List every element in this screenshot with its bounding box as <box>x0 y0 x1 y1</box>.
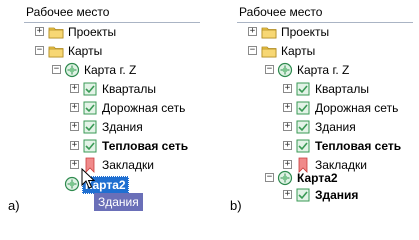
layer-icon <box>295 81 311 97</box>
figure-caption: b) <box>230 198 242 213</box>
expand-icon[interactable]: + <box>283 122 292 131</box>
folder-icon <box>261 24 277 40</box>
expand-icon[interactable]: + <box>35 27 44 36</box>
tree-node-label: Кварталы <box>102 82 156 96</box>
tree-node-label: Здания <box>102 120 143 134</box>
tree-node-label: Карта г. Z <box>84 63 137 77</box>
layer-icon <box>295 119 311 135</box>
panel-header: Рабочее место <box>24 4 200 23</box>
tree-node-layer[interactable]: + Дорожная сеть <box>24 98 200 118</box>
tree-node-layer[interactable]: + Тепловая сеть <box>237 136 413 156</box>
tree-node-map2[interactable]: Карта2 <box>24 174 200 194</box>
map-icon <box>64 176 80 192</box>
layer-icon <box>295 187 311 203</box>
tree-node-label: Тепловая сеть <box>102 139 189 153</box>
tree-node-label: Кварталы <box>315 82 369 96</box>
tree-node-label: Проекты <box>281 25 330 39</box>
tree-node-label: Карты <box>281 44 316 58</box>
tree-node-layer[interactable]: + Кварталы <box>237 79 413 99</box>
cursor-icon <box>81 168 95 189</box>
map-icon <box>277 170 293 186</box>
expand-icon[interactable]: + <box>248 27 257 36</box>
expand-icon[interactable]: + <box>70 141 79 150</box>
layer-icon <box>82 81 98 97</box>
folder-icon <box>261 43 277 59</box>
tree-panel-a: Рабочее место + Проекты − Карты − Карта … <box>24 0 200 194</box>
tree-node-label: Проекты <box>68 25 117 39</box>
expand-icon[interactable]: + <box>70 122 79 131</box>
tree-node-layer[interactable]: + Тепловая сеть <box>24 136 200 156</box>
figure-caption: a) <box>8 198 20 213</box>
map-icon <box>277 62 293 78</box>
tree-node-projects[interactable]: + Проекты <box>237 22 413 42</box>
tree-node-layer[interactable]: + Кварталы <box>24 79 200 99</box>
tree-node-bookmarks[interactable]: + Закладки <box>24 155 200 175</box>
tree-node-layer[interactable]: + Дорожная сеть <box>237 98 413 118</box>
layer-icon <box>82 138 98 154</box>
tree-node-label: Тепловая сеть <box>315 139 402 153</box>
tree-node-maps[interactable]: − Карты <box>237 41 413 61</box>
tree-node-layer[interactable]: + Здания <box>237 117 413 137</box>
expand-icon[interactable]: + <box>283 103 292 112</box>
panel-title: Рабочее место <box>26 5 110 19</box>
panel-header: Рабочее место <box>237 4 413 23</box>
folder-icon <box>48 24 64 40</box>
tree-node-layer[interactable]: + Здания <box>24 117 200 137</box>
expand-icon[interactable]: + <box>283 141 292 150</box>
tree-node-label: Карта2 <box>297 171 338 185</box>
folder-icon <box>48 43 64 59</box>
layer-icon <box>295 138 311 154</box>
expand-icon[interactable]: + <box>70 160 79 169</box>
tree-node-label: Дорожная сеть <box>102 101 186 115</box>
tree-node-projects[interactable]: + Проекты <box>24 22 200 42</box>
panel-title: Рабочее место <box>239 5 323 19</box>
tree-node-label: Карта г. Z <box>297 63 350 77</box>
layer-icon <box>295 100 311 116</box>
expand-icon[interactable]: + <box>283 84 292 93</box>
drag-preview: Здания <box>94 193 143 211</box>
collapse-icon[interactable]: − <box>52 65 61 74</box>
layer-icon <box>82 119 98 135</box>
collapse-icon[interactable]: − <box>265 173 274 182</box>
collapse-icon[interactable]: − <box>265 65 274 74</box>
collapse-icon[interactable]: − <box>35 46 44 55</box>
expand-icon[interactable]: + <box>70 103 79 112</box>
tree-panel-b: Рабочее место + Проекты − Карты − Карта … <box>237 0 413 202</box>
tree-node-label: Здания <box>315 188 359 202</box>
tree-node-label: Дорожная сеть <box>315 101 399 115</box>
tree-node-map-z[interactable]: − Карта г. Z <box>24 60 200 80</box>
collapse-icon[interactable]: − <box>248 46 257 55</box>
tree-node-label: Закладки <box>102 158 154 172</box>
layer-icon <box>82 100 98 116</box>
tree-node-layer[interactable]: + Здания <box>237 185 413 205</box>
map-icon <box>64 62 80 78</box>
tree-node-label: Карты <box>68 44 103 58</box>
expand-icon[interactable]: + <box>70 84 79 93</box>
expand-icon[interactable]: + <box>283 190 292 199</box>
tree-node-label: Здания <box>315 120 356 134</box>
tree-node-map-z[interactable]: − Карта г. Z <box>237 60 413 80</box>
tree-node-maps[interactable]: − Карты <box>24 41 200 61</box>
